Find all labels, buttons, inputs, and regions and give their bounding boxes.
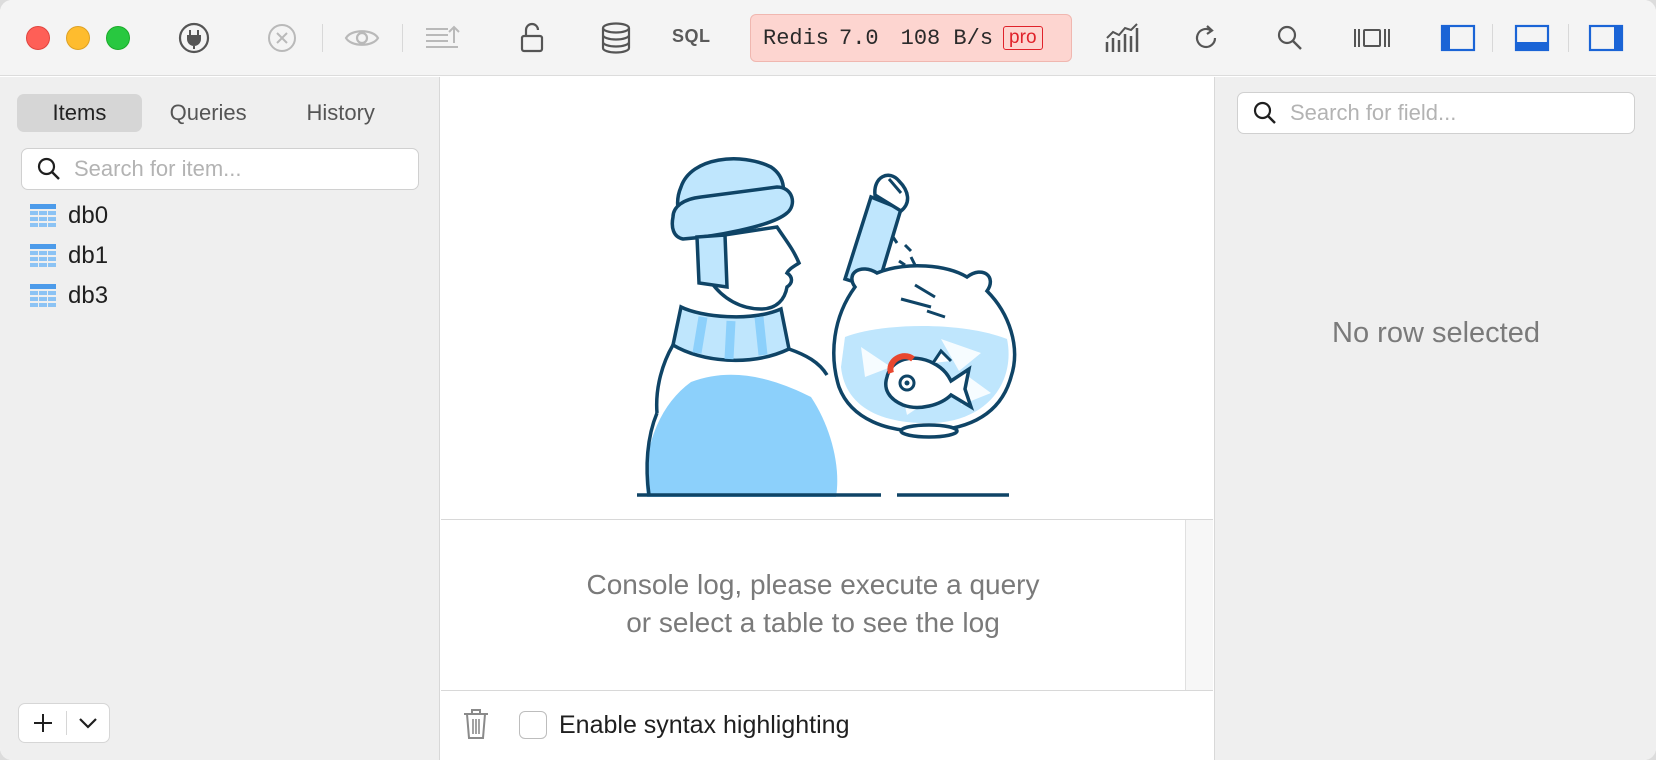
connection-status[interactable]: Redis 7.0 108 B/s pro xyxy=(750,14,1072,62)
sidebar-item-label: db1 xyxy=(68,242,109,269)
sidebar-item-db0[interactable]: db0 xyxy=(30,198,108,234)
no-row-selected-text: No row selected xyxy=(1332,317,1540,349)
commit-changes-icon[interactable] xyxy=(422,18,462,58)
toolbar-separator xyxy=(1568,24,1569,52)
console-empty-message: Console log, please execute a query or s… xyxy=(441,566,1185,642)
sidebar-bottom-controls xyxy=(18,703,110,743)
sql-button[interactable]: SQL xyxy=(672,26,711,47)
window-minimize-button[interactable] xyxy=(66,26,90,50)
man-with-fishbowl-illustration xyxy=(637,157,1017,497)
syntax-highlighting-checkbox[interactable] xyxy=(519,711,547,739)
table-icon xyxy=(30,204,56,228)
tab-history[interactable]: History xyxy=(274,94,407,132)
toolbar-separator xyxy=(402,24,403,52)
table-icon xyxy=(30,244,56,268)
window-close-button[interactable] xyxy=(26,26,50,50)
engine-version: 7.0 xyxy=(839,25,879,51)
table-icon xyxy=(30,284,56,308)
toolbar-separator xyxy=(1492,24,1493,52)
tab-queries[interactable]: Queries xyxy=(142,94,275,132)
window-maximize-button[interactable] xyxy=(106,26,130,50)
throughput-readout: 108 B/s xyxy=(900,25,994,51)
search-icon[interactable] xyxy=(1270,18,1310,58)
tab-items[interactable]: Items xyxy=(17,94,142,132)
sidebar: Items Queries History Search for item...… xyxy=(0,77,440,760)
toggle-bottom-panel-icon[interactable] xyxy=(1512,18,1552,58)
close-circle-icon[interactable] xyxy=(262,18,302,58)
item-search-input[interactable]: Search for item... xyxy=(21,148,419,190)
sidebar-item-label: db0 xyxy=(68,202,109,229)
search-icon xyxy=(1252,100,1278,126)
toolbar-separator xyxy=(322,24,323,52)
sidebar-item-label: db3 xyxy=(68,282,109,309)
refresh-icon[interactable] xyxy=(1186,18,1226,58)
sidebar-tabs: Items Queries History xyxy=(17,94,407,132)
toggle-right-panel-icon[interactable] xyxy=(1586,18,1626,58)
eye-icon[interactable] xyxy=(342,18,382,58)
unlock-icon[interactable] xyxy=(512,18,552,58)
console-footer: Enable syntax highlighting xyxy=(441,690,1213,760)
app-window: SQL Redis 7.0 108 B/s pro Items Queries … xyxy=(0,0,1656,760)
engine-name: Redis xyxy=(763,25,830,51)
search-icon xyxy=(36,156,62,182)
more-options-button[interactable] xyxy=(67,703,109,743)
toolbar: SQL Redis 7.0 108 B/s pro xyxy=(0,0,1656,76)
pro-badge: pro xyxy=(1003,26,1043,50)
empty-state-area xyxy=(441,77,1213,519)
console-scrollbar[interactable] xyxy=(1185,520,1213,690)
chevron-down-icon xyxy=(79,718,97,729)
syntax-highlighting-label: Enable syntax highlighting xyxy=(559,711,850,739)
console-log: Console log, please execute a query or s… xyxy=(441,520,1185,690)
row-details-panel: Search for field... No row selected xyxy=(1214,77,1656,760)
database-icon[interactable] xyxy=(596,18,636,58)
row-view-icon[interactable] xyxy=(1352,18,1392,58)
toggle-left-panel-icon[interactable] xyxy=(1438,18,1478,58)
field-search-placeholder: Search for field... xyxy=(1290,100,1457,125)
console-message-line: Console log, please execute a query xyxy=(586,569,1040,600)
plus-icon xyxy=(33,714,52,732)
plug-icon[interactable] xyxy=(174,18,214,58)
sidebar-item-db3[interactable]: db3 xyxy=(30,278,108,314)
chart-icon[interactable] xyxy=(1102,18,1142,58)
item-search-placeholder: Search for item... xyxy=(74,156,242,181)
field-search-input[interactable]: Search for field... xyxy=(1237,92,1635,134)
sidebar-item-db1[interactable]: db1 xyxy=(30,238,108,274)
console-message-line: or select a table to see the log xyxy=(626,607,1000,638)
add-button[interactable] xyxy=(19,703,66,743)
trash-icon[interactable] xyxy=(461,707,491,746)
